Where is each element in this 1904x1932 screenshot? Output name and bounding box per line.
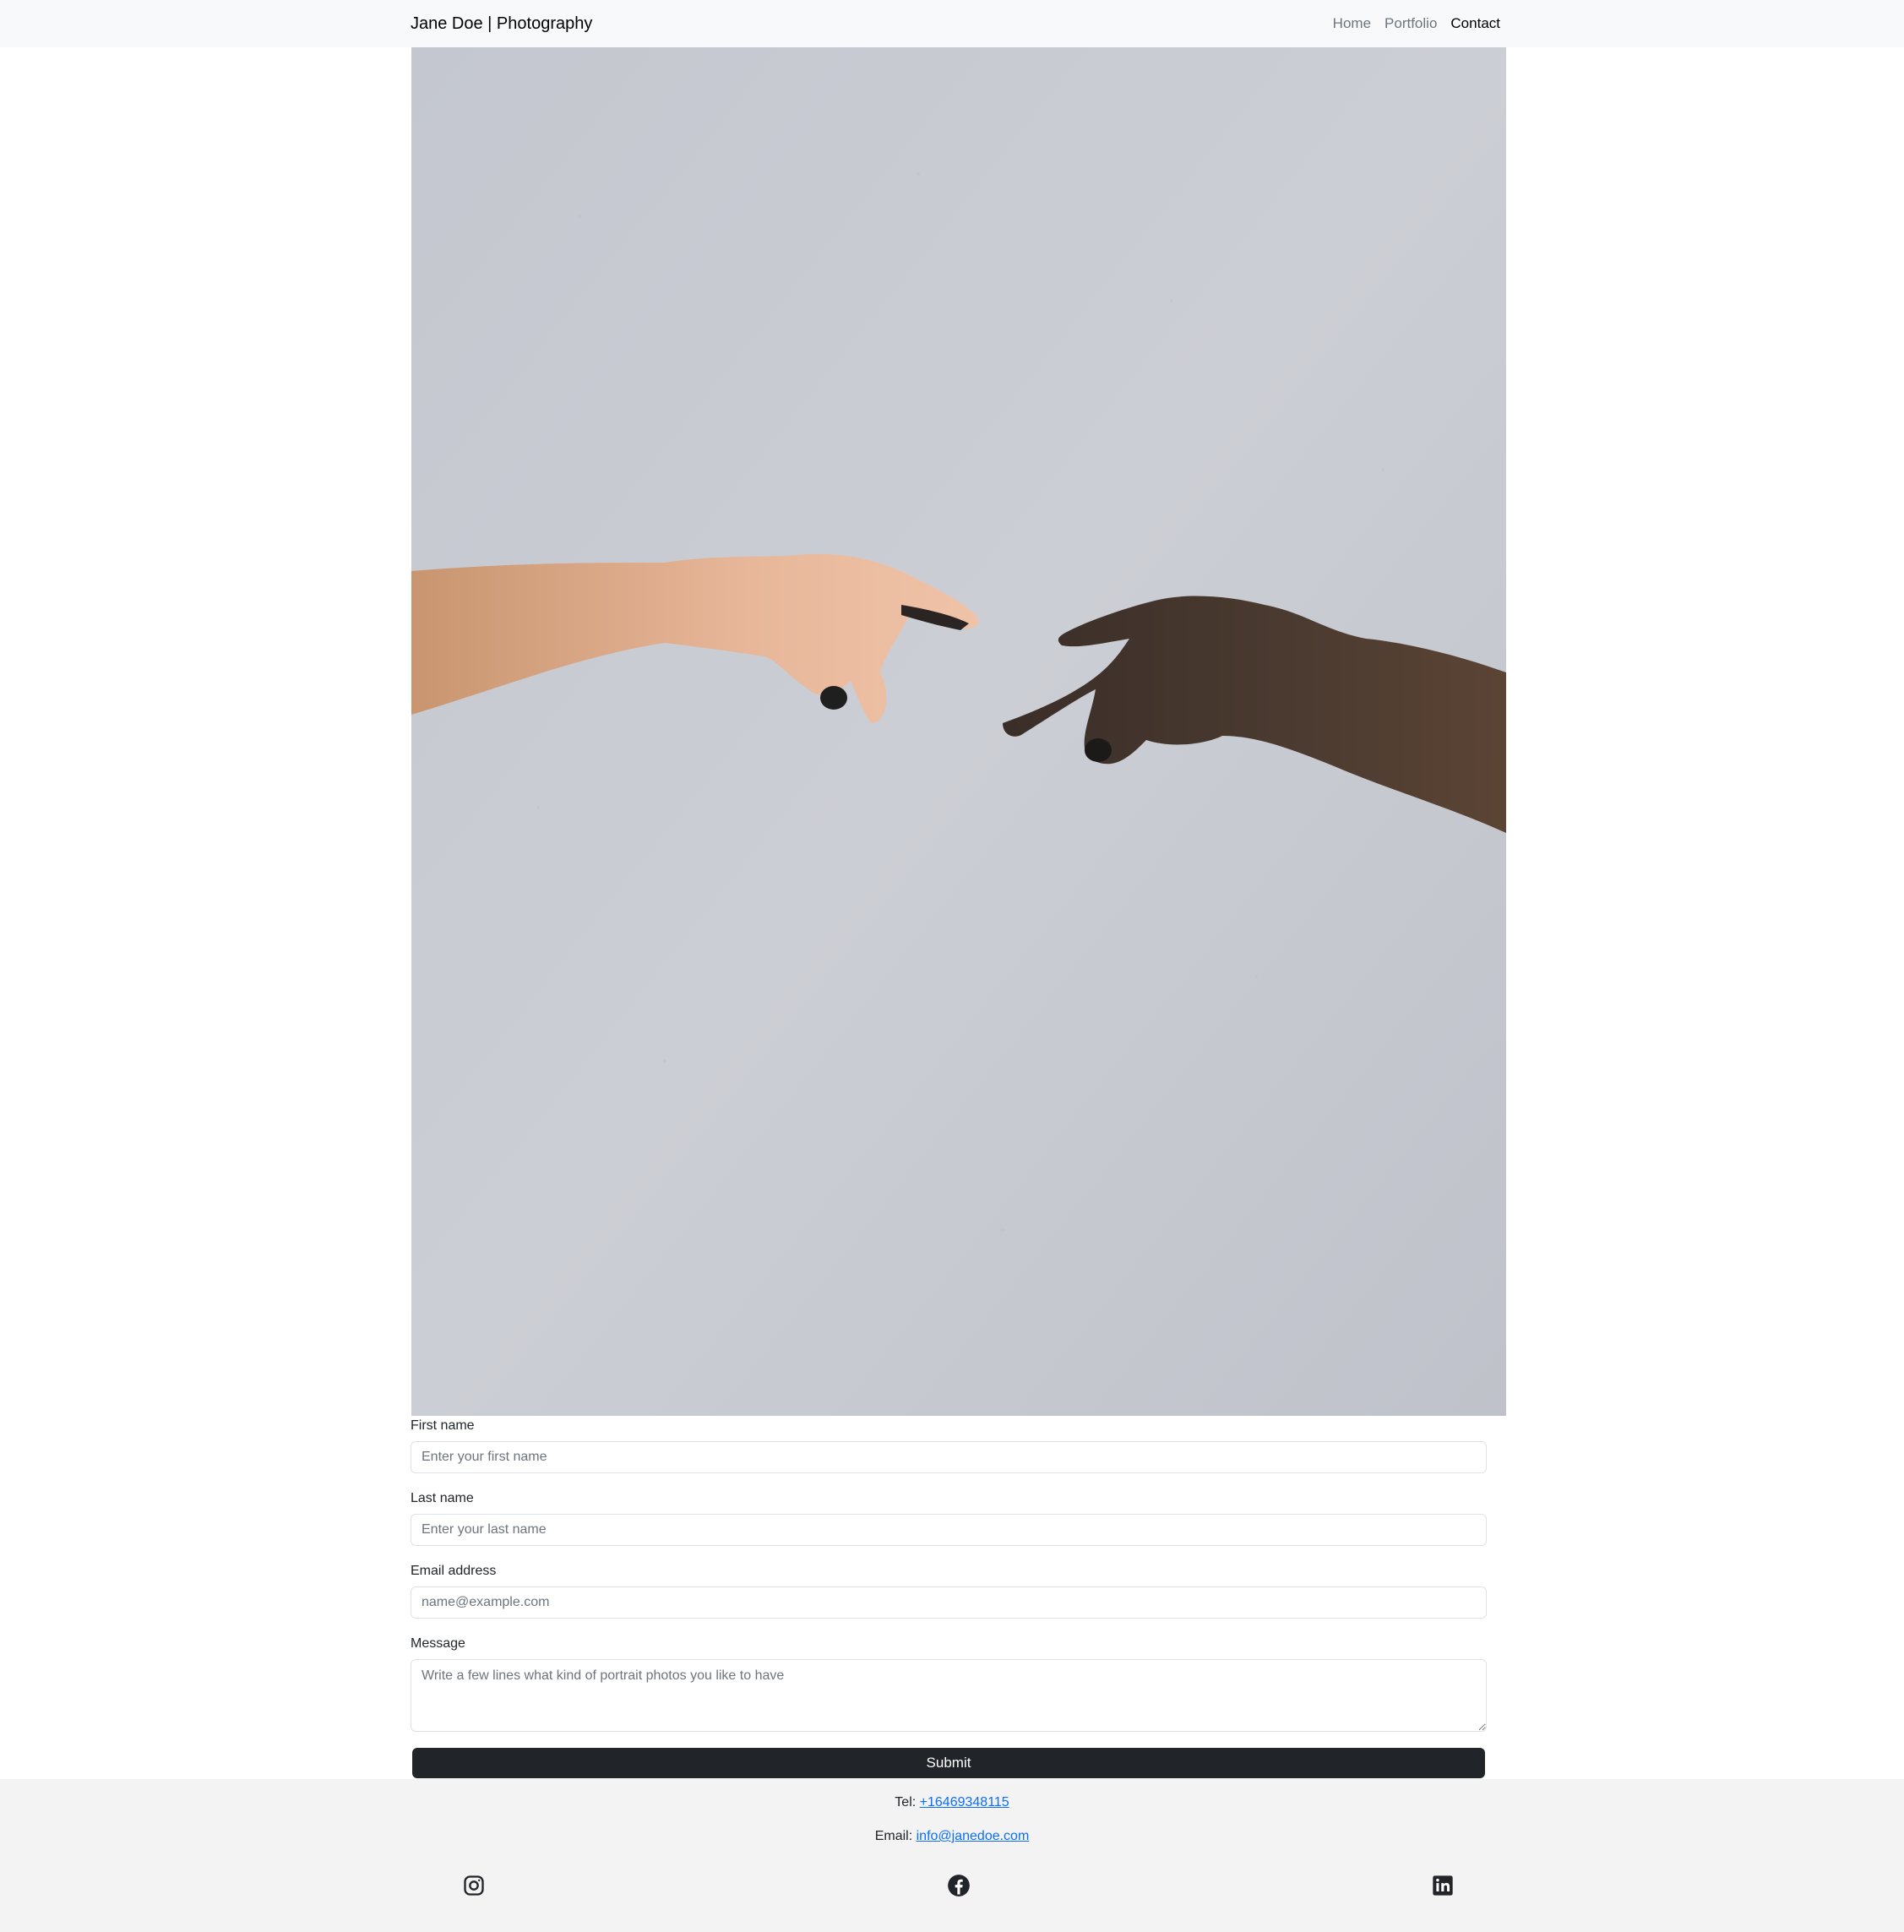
message-group: Message <box>411 1634 1487 1736</box>
email-link[interactable]: info@janedoe.com <box>917 1829 1030 1843</box>
message-label: Message <box>411 1636 465 1651</box>
footer: Tel: +16469348115 Email: info@janedoe.co… <box>0 1779 1904 1932</box>
nav-home[interactable]: Home <box>1333 12 1371 35</box>
footer-email: Email: info@janedoe.com <box>0 1828 1904 1845</box>
message-textarea[interactable] <box>411 1659 1487 1732</box>
instagram-icon[interactable] <box>462 1874 486 1897</box>
facebook-icon[interactable] <box>947 1874 971 1897</box>
tel-label: Tel: <box>895 1795 917 1810</box>
linkedin-icon[interactable] <box>1431 1874 1455 1897</box>
nav-portfolio[interactable]: Portfolio <box>1384 12 1437 35</box>
nav-contact[interactable]: Contact <box>1450 12 1500 35</box>
first-name-input[interactable] <box>411 1441 1487 1473</box>
hands-photo-illustration <box>411 47 1506 1416</box>
first-name-group: First name <box>411 1416 1487 1473</box>
submit-button[interactable]: Submit <box>412 1748 1485 1778</box>
last-name-input[interactable] <box>411 1514 1487 1546</box>
email-input[interactable] <box>411 1586 1487 1619</box>
email-label: Email address <box>411 1564 497 1578</box>
tel-link[interactable]: +16469348115 <box>920 1795 1009 1810</box>
navbar: Jane Doe | Photography Home Portfolio Co… <box>0 0 1904 47</box>
brand-link[interactable]: Jane Doe | Photography <box>411 12 592 35</box>
hero-photo <box>411 47 1506 1416</box>
last-name-label: Last name <box>411 1491 474 1505</box>
nav-links: Home Portfolio Contact <box>1333 12 1500 35</box>
last-name-group: Last name <box>411 1488 1487 1546</box>
footer-tel: Tel: +16469348115 <box>0 1794 1904 1811</box>
email-group: Email address <box>411 1561 1487 1619</box>
email-label-footer: Email: <box>874 1829 913 1843</box>
first-name-label: First name <box>411 1418 475 1433</box>
